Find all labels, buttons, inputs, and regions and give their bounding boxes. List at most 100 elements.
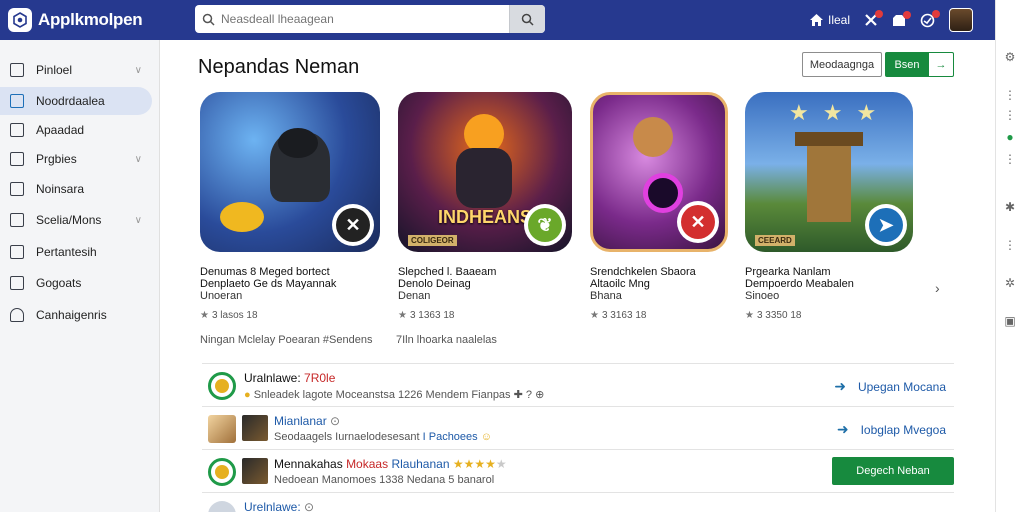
sidebar-item-label: Pertantesih (36, 245, 97, 259)
search-icon (521, 13, 534, 26)
gear-icon[interactable]: ✲ (1003, 276, 1017, 290)
list-item[interactable]: Urelnlawe: ⊙ (202, 493, 954, 512)
dots-icon[interactable]: ⋮ (1003, 152, 1017, 166)
app-rating: ★ 3 3163 18 (590, 310, 728, 321)
app-card[interactable]: ★★★ CEEARD ➤ Prgearka Nanlam Dempoerdo M… (745, 92, 913, 321)
app-card[interactable]: ✕ Denumas 8 Meged bortect Denplaeto Ge d… (200, 92, 380, 321)
list-item[interactable]: Uralnlawe: 7R0le ● Snleadek lagote Mocea… (202, 364, 954, 407)
search-bar[interactable] (195, 5, 545, 33)
art-tag: COLIGEOR (408, 235, 457, 246)
app-subtitle: Denolo Deinag (398, 278, 471, 290)
avatar[interactable] (949, 8, 973, 32)
main-content: Nepandas Neman Meodaagnga Bsen → ✕ Denum… (160, 40, 995, 512)
leaf-icon: ❦ (528, 208, 562, 242)
sidebar-item-prgbies[interactable]: Prgbies ∨ (0, 145, 152, 173)
tower-shape (807, 142, 851, 222)
list-item-action[interactable]: ➜ Iobglap Mvegoa (837, 421, 946, 438)
app-logo[interactable]: Applkmolpen (8, 8, 188, 32)
sidebar-item-label: Noodrdaalea (36, 94, 105, 108)
sidebar: Pinloel ∨ Noodrdaalea Apaadad Prgbies ∨ … (0, 40, 160, 512)
dots-icon[interactable]: ⋮ (1003, 108, 1017, 122)
chevron-right-icon[interactable]: › (935, 280, 940, 296)
app-developer: Unoeran (200, 290, 243, 302)
play-icon: ➤ (869, 208, 903, 242)
app-icon (208, 415, 236, 443)
arrow-right-icon: ➜ (836, 421, 849, 437)
share-icon (10, 213, 24, 227)
dots-icon[interactable]: ⋮ (1003, 238, 1017, 252)
right-rail: ⚙ ⋮ ⋮ ● ⋮ ✱ ⋮ ✲ ▣ (995, 0, 1024, 512)
section-subtitle: Ningan Mclelay Poearan #Sendens (200, 334, 373, 346)
sidebar-item-pinloel[interactable]: Pinloel ∨ (0, 56, 152, 84)
app-list: Uralnlawe: 7R0le ● Snleadek lagote Mocea… (202, 363, 954, 512)
notification-dot (875, 10, 883, 18)
app-artwork[interactable]: ✕ (200, 92, 380, 252)
sidebar-item-label: Scelia/Mons (36, 213, 102, 227)
notifications-button[interactable] (920, 9, 940, 28)
settings-icon[interactable]: ⚙ (1003, 50, 1017, 64)
app-developer: Sinoeo (745, 290, 780, 302)
sidebar-item-canhaigenris[interactable]: Canhaigenris (0, 301, 152, 329)
sidebar-item-apaadad[interactable]: Apaadad (0, 116, 152, 144)
primary-split-button[interactable]: Bsen → (885, 52, 954, 77)
rating-text: 3 1363 18 (409, 310, 455, 321)
sidebar-item-label: Apaadad (36, 123, 85, 137)
notification-dot (932, 9, 940, 18)
panel-icon[interactable]: ▣ (1003, 314, 1017, 328)
arrow-right-icon[interactable]: → (929, 52, 954, 77)
chevron-down-icon: ∨ (134, 64, 142, 76)
sidebar-item-pertantesih[interactable]: Pertantesih (0, 238, 152, 266)
app-rating: ★ 3 1363 18 (398, 310, 572, 321)
section-link[interactable]: 7Iln lhoarka naalelas (396, 334, 497, 346)
tower-roof-shape (795, 132, 863, 146)
app-artwork[interactable]: ★★★ CEEARD ➤ (745, 92, 913, 252)
secondary-button[interactable]: Meodaagnga (802, 52, 882, 77)
list-item-button[interactable]: Degech Neban (832, 457, 954, 485)
list-item-action[interactable]: ➜ Upegan Mocana (834, 378, 946, 395)
game-object-shape (220, 202, 264, 232)
inbox-button[interactable] (892, 10, 911, 27)
home-label: Ileal (827, 13, 850, 27)
app-artwork[interactable]: INDHEANS COLIGEOR ❦ (398, 92, 572, 252)
star-icon: ★ (200, 310, 209, 321)
status-dot-icon: ● (1006, 130, 1014, 144)
app-artwork[interactable]: ✕ (590, 92, 728, 252)
action-label: Upegan Mocana (857, 379, 946, 394)
chevron-down-icon: ∨ (134, 153, 142, 165)
monitor-icon (10, 182, 24, 196)
info-icons: ✚ ? ⊕ (513, 389, 545, 401)
app-subtitle: Altaoilc Mng (590, 278, 650, 290)
search-icon (195, 13, 221, 26)
app-title: Prgearka Nanlam (745, 266, 831, 278)
tools-button[interactable] (864, 10, 883, 27)
tools-icon: ✕ (336, 208, 370, 242)
sidebar-item-noodrdaalea[interactable]: Noodrdaalea (0, 87, 152, 115)
sidebar-item-noinsara[interactable]: Noinsara (0, 175, 152, 203)
primary-button[interactable]: Bsen (885, 52, 929, 77)
search-input[interactable] (221, 5, 509, 33)
list-item-subtitle: Seodaagels Iurnaelodesesant I Pachoees ☺ (274, 431, 492, 443)
sidebar-item-label: Noinsara (36, 182, 85, 196)
app-card[interactable]: INDHEANS COLIGEOR ❦ Slepched l. Baaeam D… (398, 92, 572, 321)
list-item[interactable]: Mennakahas Mokaas Rlauhanan ★★★★★ Nedoea… (202, 450, 954, 493)
list-item[interactable]: Mianlanar ⊙ Seodaagels Iurnaelodesesant … (202, 407, 954, 450)
star-icon[interactable]: ✱ (1003, 200, 1017, 214)
app-card[interactable]: ✕ Srendchkelen Sbaora Altaoilc Mng Bhana… (590, 92, 728, 321)
list-item-subtitle: Nedoean Manomoes 1338 Nedana 5 banarol (274, 474, 495, 486)
sidebar-item-gogoats[interactable]: Gogoats (0, 269, 152, 297)
logo-icon (8, 8, 32, 32)
table-icon (10, 276, 24, 290)
info-icon: ⊙ (330, 414, 341, 428)
sidebar-item-scelia-mons[interactable]: Scelia/Mons ∨ (0, 206, 152, 234)
file-icon (10, 245, 24, 259)
app-title: Slepched l. Baaeam (398, 266, 497, 278)
app-title: Srendchkelen Sbaora (590, 266, 696, 278)
action-label: Iobglap Mvegoa (860, 422, 946, 437)
dots-icon[interactable]: ⋮ (1003, 88, 1017, 102)
document-icon (10, 94, 24, 108)
helmet-shape (278, 128, 318, 158)
title-text: Mianlanar (274, 414, 327, 428)
home-button[interactable]: Ileal (809, 13, 850, 27)
search-submit-button[interactable] (509, 5, 545, 33)
tools-icon (10, 123, 24, 137)
